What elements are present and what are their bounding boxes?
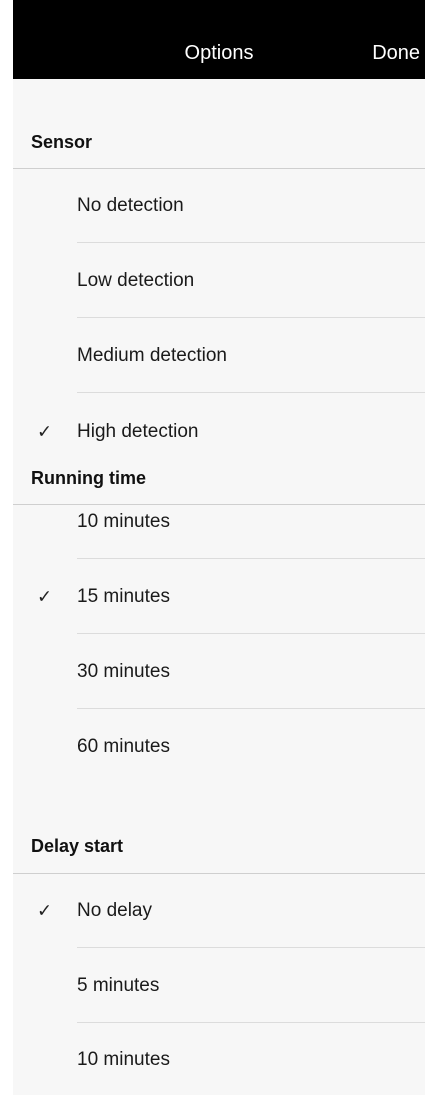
option-label: No delay (77, 900, 152, 921)
done-button[interactable]: Done (372, 42, 420, 65)
checkmark-icon: ✓ (37, 900, 53, 921)
option-row-10-minutes[interactable]: ✓ 10 minutes (13, 485, 425, 559)
option-row-60-minutes[interactable]: ✓ 60 minutes (13, 710, 425, 784)
option-row-low-detection[interactable]: ✓ Low detection (13, 244, 425, 318)
option-label: 10 minutes (77, 1048, 170, 1070)
row-divider (77, 558, 425, 559)
left-edge-strip (0, 0, 13, 1095)
checkmark-icon: ✓ (37, 586, 53, 607)
option-row-high-detection[interactable]: ✓ High detection (13, 394, 425, 470)
option-label: Low detection (77, 270, 195, 291)
option-row-no-detection[interactable]: ✓ No detection (13, 169, 425, 243)
options-screen: Options Done Sensor ✓ No detection ✓ Low… (0, 0, 425, 1095)
row-divider (77, 1022, 425, 1023)
option-row-15-minutes[interactable]: ✓ 15 minutes (13, 560, 425, 634)
row-divider (77, 633, 425, 634)
nav-title: Options (184, 42, 254, 64)
option-row-10-minutes-delay[interactable]: ✓ 10 minutes (13, 1024, 425, 1095)
option-row-5-minutes[interactable]: ✓ 5 minutes (13, 949, 425, 1023)
option-label: High detection (77, 421, 199, 442)
checkmark-icon: ✓ (37, 421, 53, 442)
option-label: 30 minutes (77, 661, 170, 682)
option-row-medium-detection[interactable]: ✓ Medium detection (13, 319, 425, 393)
row-divider (77, 242, 425, 243)
row-divider (77, 392, 425, 393)
option-label: 60 minutes (77, 736, 170, 757)
option-label: 5 minutes (77, 975, 160, 996)
row-divider (77, 317, 425, 318)
option-label: Medium detection (77, 345, 227, 366)
option-row-no-delay[interactable]: ✓ No delay (13, 874, 425, 948)
option-label: No detection (77, 195, 184, 216)
option-row-30-minutes[interactable]: ✓ 30 minutes (13, 635, 425, 709)
section-header-delay-start: Delay start (31, 836, 124, 856)
row-divider (77, 947, 425, 948)
option-label: 10 minutes (77, 511, 170, 532)
navigation-bar: Options Done (13, 0, 425, 79)
section-header-sensor: Sensor (31, 132, 93, 152)
option-label: 15 minutes (77, 586, 170, 607)
row-divider (77, 708, 425, 709)
